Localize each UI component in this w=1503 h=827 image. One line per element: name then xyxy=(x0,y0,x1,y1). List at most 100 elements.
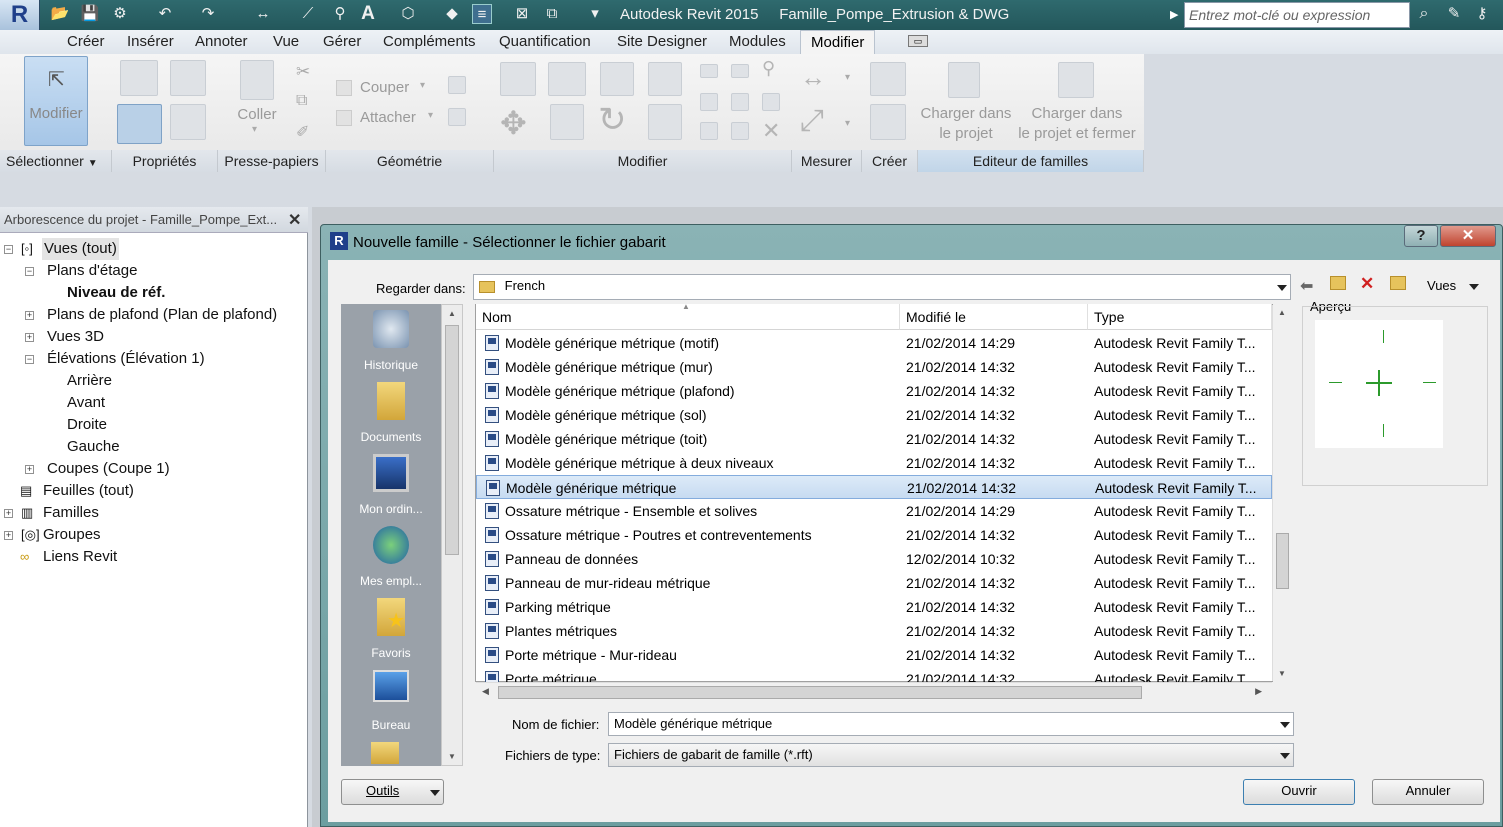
file-row[interactable]: Modèle générique métrique (plafond) 21/02… xyxy=(476,379,1272,403)
place-historique[interactable]: Historique xyxy=(341,310,441,372)
create-group-icon[interactable] xyxy=(870,62,906,96)
tab-annoter[interactable]: Annoter xyxy=(195,33,248,50)
scroll-thumb[interactable] xyxy=(498,686,1142,699)
collapse-icon[interactable]: − xyxy=(25,267,34,276)
load-into-project-button[interactable]: Charger dans le projet xyxy=(918,104,1014,144)
file-row[interactable]: Plantes métriques 21/02/2014 14:32 Autodes… xyxy=(476,619,1272,643)
close-icon[interactable]: ✕ xyxy=(288,210,301,230)
match-properties-icon[interactable]: ✐ xyxy=(296,122,309,142)
split-gap-icon[interactable] xyxy=(731,64,749,78)
offset-icon[interactable] xyxy=(548,62,586,96)
file-row[interactable]: Modèle générique métrique à deux niveaux… xyxy=(476,451,1272,475)
aligned-dimension-icon[interactable]: ⤢ xyxy=(800,104,824,138)
tree-item-avant[interactable]: Avant xyxy=(67,392,105,414)
file-row[interactable]: Modèle générique métrique (motif) 21/02/2… xyxy=(476,331,1272,355)
rotate-icon[interactable]: ↻ xyxy=(598,100,627,140)
file-row[interactable]: Porte métrique - Mur-rideau 21/02/2014 14… xyxy=(476,643,1272,667)
tree-item-arriere[interactable]: Arrière xyxy=(67,370,112,392)
tab-complements[interactable]: Compléments xyxy=(383,33,476,50)
scroll-up-icon[interactable]: ▲ xyxy=(1273,308,1291,317)
file-row[interactable]: Panneau de mur-rideau métrique 21/02/2014… xyxy=(476,571,1272,595)
customize-qa-icon[interactable]: ▾ xyxy=(585,4,605,24)
pin-icon[interactable] xyxy=(762,93,780,111)
tab-quantification[interactable]: Quantification xyxy=(499,33,591,50)
align-icon[interactable] xyxy=(500,62,536,96)
paste-label[interactable]: Coller xyxy=(234,105,280,125)
redo-icon[interactable]: ↷ xyxy=(198,4,218,24)
tree-item-gauche[interactable]: Gauche xyxy=(67,436,120,458)
load-and-close-button[interactable]: Charger dans le projet et fermer xyxy=(1012,104,1142,144)
expand-icon[interactable]: + xyxy=(4,509,13,518)
expand-icon[interactable]: + xyxy=(25,465,34,474)
cancel-button[interactable]: Annuler xyxy=(1372,779,1484,805)
place-favoris[interactable]: ★ Favoris xyxy=(341,598,441,660)
sync-icon[interactable]: ⚙ xyxy=(110,4,130,24)
load-and-close-icon[interactable] xyxy=(1058,62,1094,98)
copy-element-icon[interactable] xyxy=(550,104,584,140)
close-hidden-icon[interactable]: ⊠ xyxy=(512,4,532,24)
tools-button[interactable]: Outils xyxy=(341,779,444,805)
views-menu[interactable]: Vues xyxy=(1427,278,1456,293)
file-row[interactable]: Panneau de données 12/02/2014 10:32 Autode… xyxy=(476,547,1272,571)
modifier-button[interactable]: ⇱ Modifier xyxy=(24,56,88,146)
places-scrollbar[interactable]: ▲ ▼ xyxy=(441,304,463,766)
file-row[interactable]: Ossature métrique - Poutres et contreven… xyxy=(476,523,1272,547)
paste-icon[interactable] xyxy=(240,60,274,100)
file-row[interactable]: Parking métrique 21/02/2014 14:32 Autodesk… xyxy=(476,595,1272,619)
list-vertical-scrollbar[interactable]: ▲ ▼ xyxy=(1272,305,1291,681)
mirror-axis-icon[interactable] xyxy=(600,62,634,96)
couper-label[interactable]: Couper xyxy=(360,78,409,98)
panel-selectionner[interactable]: Sélectionner ▼ xyxy=(0,150,112,172)
measure-dropdown-icon[interactable]: ▾ xyxy=(845,72,850,83)
delete-file-icon[interactable]: ✕ xyxy=(1360,274,1374,294)
tree-item-niveau-ref[interactable]: Niveau de réf. xyxy=(67,282,165,304)
tab-gerer[interactable]: Gérer xyxy=(323,33,361,50)
collapse-icon[interactable]: − xyxy=(25,355,34,364)
properties-icon[interactable] xyxy=(117,104,162,144)
new-folder-icon[interactable] xyxy=(1390,276,1406,290)
open-icon[interactable]: 📂 xyxy=(50,4,70,24)
tab-inserer[interactable]: Insérer xyxy=(127,33,174,50)
key-icon[interactable]: ⚷ xyxy=(1472,4,1492,24)
thin-lines-icon[interactable]: ≡ xyxy=(472,4,492,24)
tab-creer[interactable]: Créer xyxy=(67,33,105,50)
expand-icon[interactable]: + xyxy=(4,531,13,540)
undo-icon[interactable]: ↶ xyxy=(155,4,175,24)
unpin-icon[interactable]: ⚲ xyxy=(762,58,775,79)
file-row[interactable]: Modèle générique métrique (toit) 21/02/20… xyxy=(476,427,1272,451)
save-icon[interactable]: 💾 xyxy=(80,4,100,24)
file-row[interactable]: Modèle générique métrique 21/02/2014 14:3… xyxy=(476,475,1272,499)
delete-icon[interactable]: ✕ xyxy=(762,118,780,144)
type-properties-icon[interactable] xyxy=(170,104,206,140)
place-bureau[interactable]: Bureau xyxy=(341,670,441,732)
scroll-right-icon[interactable]: ▶ xyxy=(1255,686,1262,697)
split-face-icon[interactable] xyxy=(448,108,466,126)
place-documents[interactable]: Documents xyxy=(341,382,441,444)
place-network[interactable]: Mes empl... xyxy=(341,526,441,588)
views-chevron-down-icon[interactable] xyxy=(1469,284,1479,290)
trim-icon[interactable] xyxy=(648,104,682,140)
list-horizontal-scrollbar[interactable]: ◀ ▶ xyxy=(476,682,1272,702)
file-row[interactable]: Ossature métrique - Ensemble et solives 2… xyxy=(476,499,1272,523)
up-folder-icon[interactable] xyxy=(1330,276,1346,290)
section-icon[interactable]: ◆ xyxy=(442,4,462,24)
tree-item-droite[interactable]: Droite xyxy=(67,414,107,436)
scroll-left-icon[interactable]: ◀ xyxy=(482,686,489,697)
cut-geometry-icon[interactable] xyxy=(336,80,352,96)
search-input[interactable]: Entrez mot-clé ou expression xyxy=(1184,2,1410,28)
column-header-type[interactable]: Type xyxy=(1088,304,1272,330)
tag-icon[interactable]: ⚲ xyxy=(330,4,350,24)
switch-windows-icon[interactable]: ⧉ xyxy=(542,4,562,24)
create-parts-icon[interactable] xyxy=(870,104,906,140)
paste-dropdown-icon[interactable]: ▾ xyxy=(252,124,257,135)
array-icon[interactable] xyxy=(700,93,718,111)
help-button[interactable]: ? xyxy=(1404,225,1438,247)
dimension-dropdown-icon[interactable]: ▾ xyxy=(845,118,850,129)
trim-multiple-icon[interactable] xyxy=(731,122,749,140)
measure-icon[interactable]: ↔ xyxy=(253,4,273,24)
copy-icon[interactable]: ⧉ xyxy=(296,92,307,110)
attacher-label[interactable]: Attacher xyxy=(360,108,416,128)
scroll-thumb[interactable] xyxy=(445,325,459,555)
text-icon[interactable]: A xyxy=(358,4,378,24)
dimension-icon[interactable]: ⟋ xyxy=(298,4,318,24)
